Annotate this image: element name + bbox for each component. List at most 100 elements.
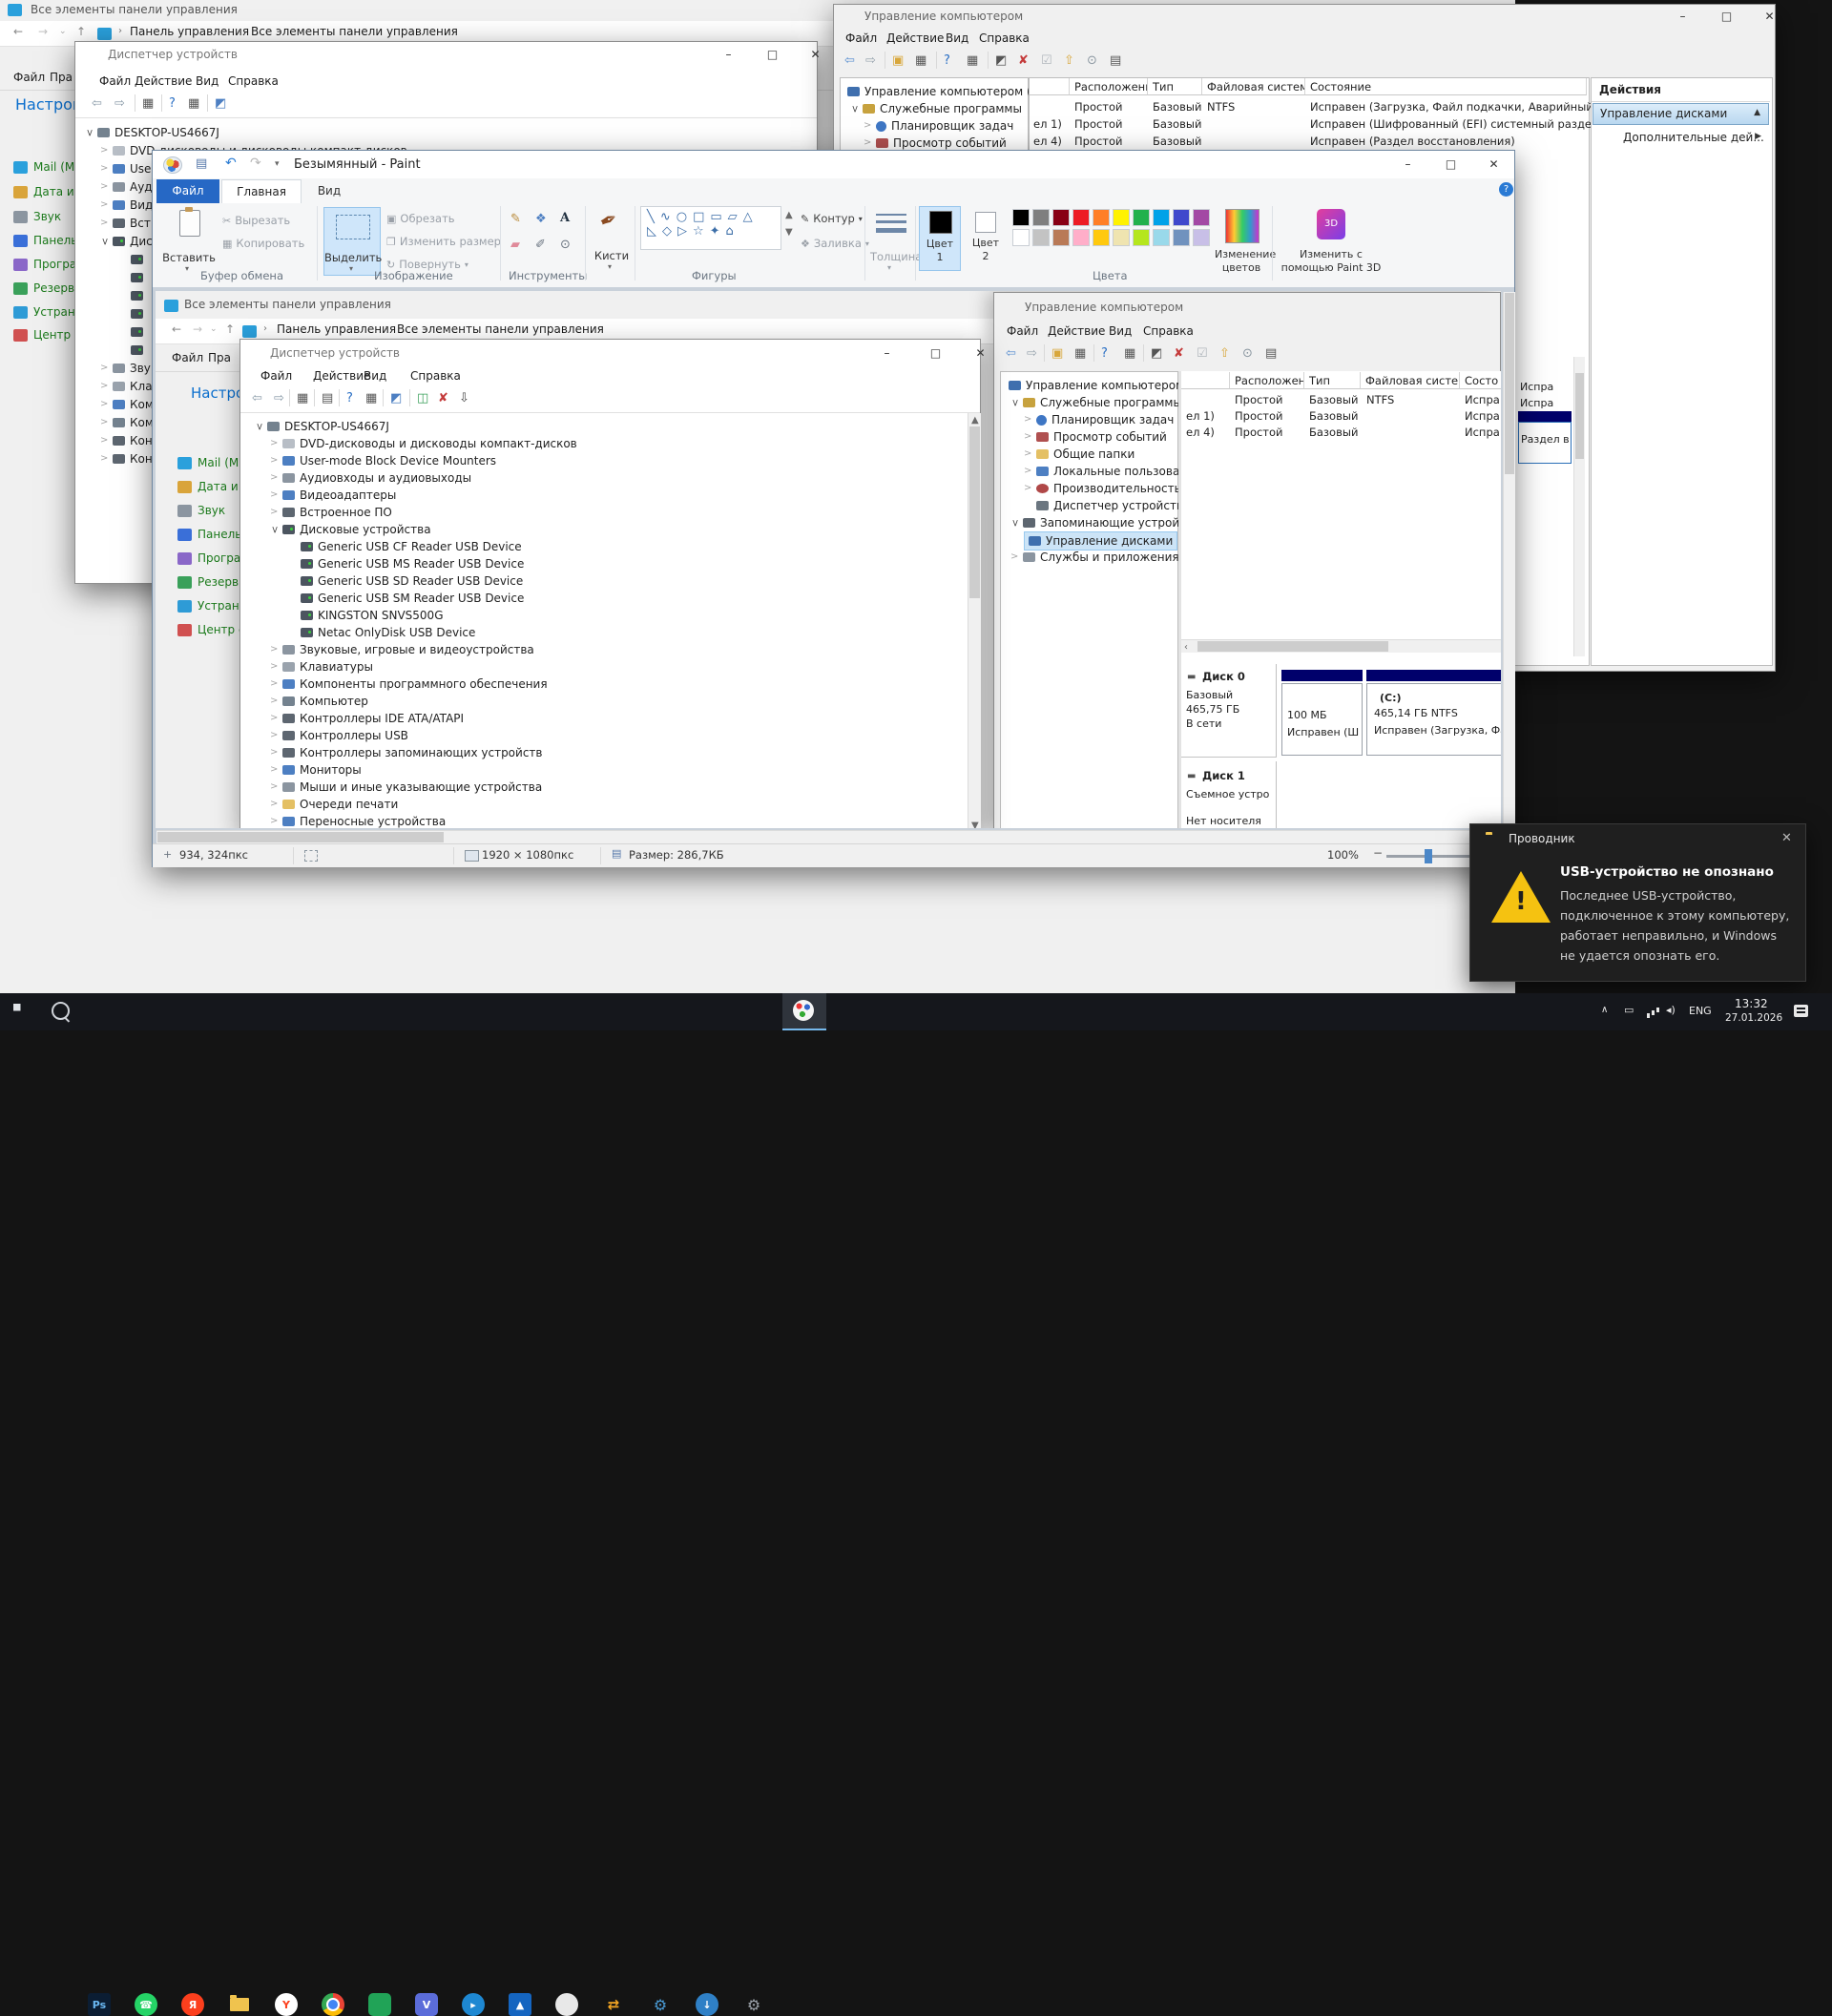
taskbar-app-light[interactable]: [555, 1993, 578, 2016]
tree-row-disk[interactable]: >: [118, 287, 143, 304]
check-icon[interactable]: ☑: [1197, 347, 1208, 360]
tree-row-disk[interactable]: >: [118, 323, 143, 341]
palette-swatch[interactable]: [1052, 209, 1070, 226]
taskbar-app-utility[interactable]: ⚙: [742, 1993, 765, 2016]
menu-edit[interactable]: Пра: [50, 71, 73, 84]
properties-icon[interactable]: ▦: [967, 54, 978, 67]
tree-row[interactable]: >Мыши и иные указывающие устройства: [270, 779, 542, 796]
tree-row-netac-usb[interactable]: >Netac OnlyDisk USB Device: [288, 624, 475, 641]
taskbar-app-chrome[interactable]: [322, 1993, 344, 2016]
color2-button[interactable]: Цвет 2: [965, 206, 1007, 271]
maximize-button[interactable]: □: [914, 346, 957, 360]
tree-row[interactable]: >Очереди печати: [270, 796, 398, 813]
tab-home[interactable]: Главная: [221, 179, 302, 204]
undo-icon[interactable]: ↶: [225, 156, 237, 171]
tree-row-shared-folders[interactable]: >Общие папки: [1024, 446, 1135, 463]
close-button[interactable]: ✕: [1748, 10, 1791, 23]
close-button[interactable]: ✕: [959, 346, 1002, 360]
tree-row-system-tools[interactable]: >Служебные программы: [1010, 394, 1182, 411]
col-header-fs[interactable]: Файловая система: [1361, 372, 1460, 389]
dm-vertical-scrollbar[interactable]: ▲ ▼: [968, 413, 981, 828]
up-icon[interactable]: ↑: [225, 322, 235, 336]
tree-row-usb-device[interactable]: >Generic USB SD Reader USB Device: [288, 572, 523, 590]
taskbar-app-settings-blue[interactable]: ⚙: [649, 1993, 672, 2016]
taskbar-app-explorer[interactable]: [228, 1993, 251, 2016]
tree-row[interactable]: >Компоненты программного обеспечения: [270, 675, 548, 693]
palette-swatch[interactable]: [1193, 229, 1210, 246]
open-folder-icon[interactable]: ▣: [892, 54, 904, 67]
tree-row[interactable]: >Зву: [100, 360, 151, 377]
paint-vertical-scrollbar[interactable]: [1503, 292, 1515, 829]
back-icon[interactable]: ←: [13, 25, 23, 38]
menu-file[interactable]: Файл: [260, 369, 292, 383]
tree-row-computer[interactable]: >DESKTOP-US4667J: [85, 124, 219, 141]
list-icon[interactable]: ▤: [1110, 54, 1121, 67]
menu-action[interactable]: Действие: [313, 369, 370, 383]
search-icon[interactable]: ⊙: [1242, 347, 1253, 360]
taskbar-app-blue[interactable]: ▸: [462, 1993, 485, 2016]
open-folder-icon[interactable]: ▣: [1051, 347, 1063, 360]
tray-chevron-icon[interactable]: ∧: [1601, 1005, 1608, 1015]
palette-swatch[interactable]: [1113, 229, 1130, 246]
tab-view[interactable]: Вид: [303, 179, 355, 203]
col-header-location[interactable]: Расположение: [1230, 372, 1304, 389]
paste-button[interactable]: Вставить ▾: [161, 207, 217, 276]
palette-swatch[interactable]: [1032, 209, 1050, 226]
list-icon[interactable]: ▤: [1265, 347, 1277, 360]
palette-swatch[interactable]: [1113, 209, 1130, 226]
paint-horizontal-scrollbar[interactable]: [156, 830, 1502, 843]
window-list-icon[interactable]: ▦: [915, 54, 926, 67]
tree-row[interactable]: >Мониторы: [270, 761, 362, 779]
palette-swatch[interactable]: [1133, 209, 1150, 226]
help-icon[interactable]: ?: [944, 54, 950, 67]
edit-colors-button[interactable]: Изменение цветов: [1215, 206, 1268, 279]
tree-row-task-scheduler[interactable]: >Планировщик задач: [864, 117, 1013, 135]
forward-icon[interactable]: →: [38, 25, 48, 38]
taskbar-app-photoshop[interactable]: Ps: [88, 1993, 111, 2016]
zoom-slider[interactable]: [1386, 855, 1470, 858]
crop-button[interactable]: ▣Обрезать: [386, 212, 455, 225]
menu-file[interactable]: Файл: [172, 351, 203, 364]
cp-link-mail[interactable]: Mail (M: [13, 160, 74, 174]
properties-icon[interactable]: ▦: [188, 97, 199, 110]
col-header-location[interactable]: Расположение: [1070, 78, 1148, 95]
tray-volume-icon[interactable]: ◂): [1666, 1004, 1676, 1016]
palette-swatch[interactable]: [1093, 209, 1110, 226]
col-header-fs[interactable]: Файловая система: [1202, 78, 1305, 95]
back-icon[interactable]: ←: [172, 322, 181, 336]
tree-row-usb-device[interactable]: >Generic USB CF Reader USB Device: [288, 538, 522, 555]
tree-row[interactable]: >Клавиатуры: [270, 658, 373, 675]
back-icon[interactable]: ⇦: [1006, 347, 1016, 360]
eraser-tool-icon[interactable]: ▰: [510, 239, 520, 251]
breadcrumb-all-items[interactable]: Все элементы панели управления: [397, 322, 604, 336]
delete-icon[interactable]: ✘: [1174, 347, 1184, 360]
upload-icon[interactable]: ⇧: [1064, 54, 1074, 67]
shape-icons-row[interactable]: ◺◇▷☆✦⌂: [647, 224, 781, 239]
tree-row-root[interactable]: Управление компьютером (л: [1009, 377, 1199, 394]
toast-close-icon[interactable]: ✕: [1781, 831, 1792, 845]
menu-help[interactable]: Справка: [1143, 324, 1194, 338]
redo-icon[interactable]: ↷: [250, 156, 261, 171]
check-icon[interactable]: ☑: [1041, 54, 1052, 67]
tree-row[interactable]: >Переносные устройства: [270, 813, 446, 828]
tree-row-local-users[interactable]: >Локальные пользовате: [1024, 463, 1194, 480]
tab-file[interactable]: Файл: [156, 179, 219, 203]
paint-canvas-image[interactable]: Все элементы панели управления ← → ⌄ ↑ ›…: [156, 291, 1501, 828]
palette-swatch[interactable]: [1133, 229, 1150, 246]
tree-row[interactable]: >Вид: [100, 197, 153, 214]
tree-row[interactable]: >Звуковые, игровые и видеоустройства: [270, 641, 534, 658]
palette-swatch[interactable]: [1052, 229, 1070, 246]
cp-link-programs[interactable]: Програ: [177, 551, 240, 565]
menu-action[interactable]: Действие: [886, 31, 944, 45]
tree-row[interactable]: >Ком: [100, 414, 154, 431]
fill-tool-icon[interactable]: ❖: [535, 213, 547, 225]
window-list-icon[interactable]: ▦: [297, 392, 308, 405]
ribbon-help-icon[interactable]: ?: [1499, 182, 1513, 197]
thickness-dropdown-icon[interactable]: ▾: [887, 263, 891, 272]
start-button[interactable]: [13, 1004, 29, 1019]
tree-row[interactable]: >DVD-дисководы и дисководы компакт-диско…: [270, 435, 577, 452]
col-header-state[interactable]: Состояние: [1305, 78, 1587, 95]
tree-row-disk[interactable]: >: [118, 342, 143, 359]
menu-action[interactable]: Действие: [135, 74, 192, 88]
menu-file[interactable]: Файл: [99, 74, 131, 88]
